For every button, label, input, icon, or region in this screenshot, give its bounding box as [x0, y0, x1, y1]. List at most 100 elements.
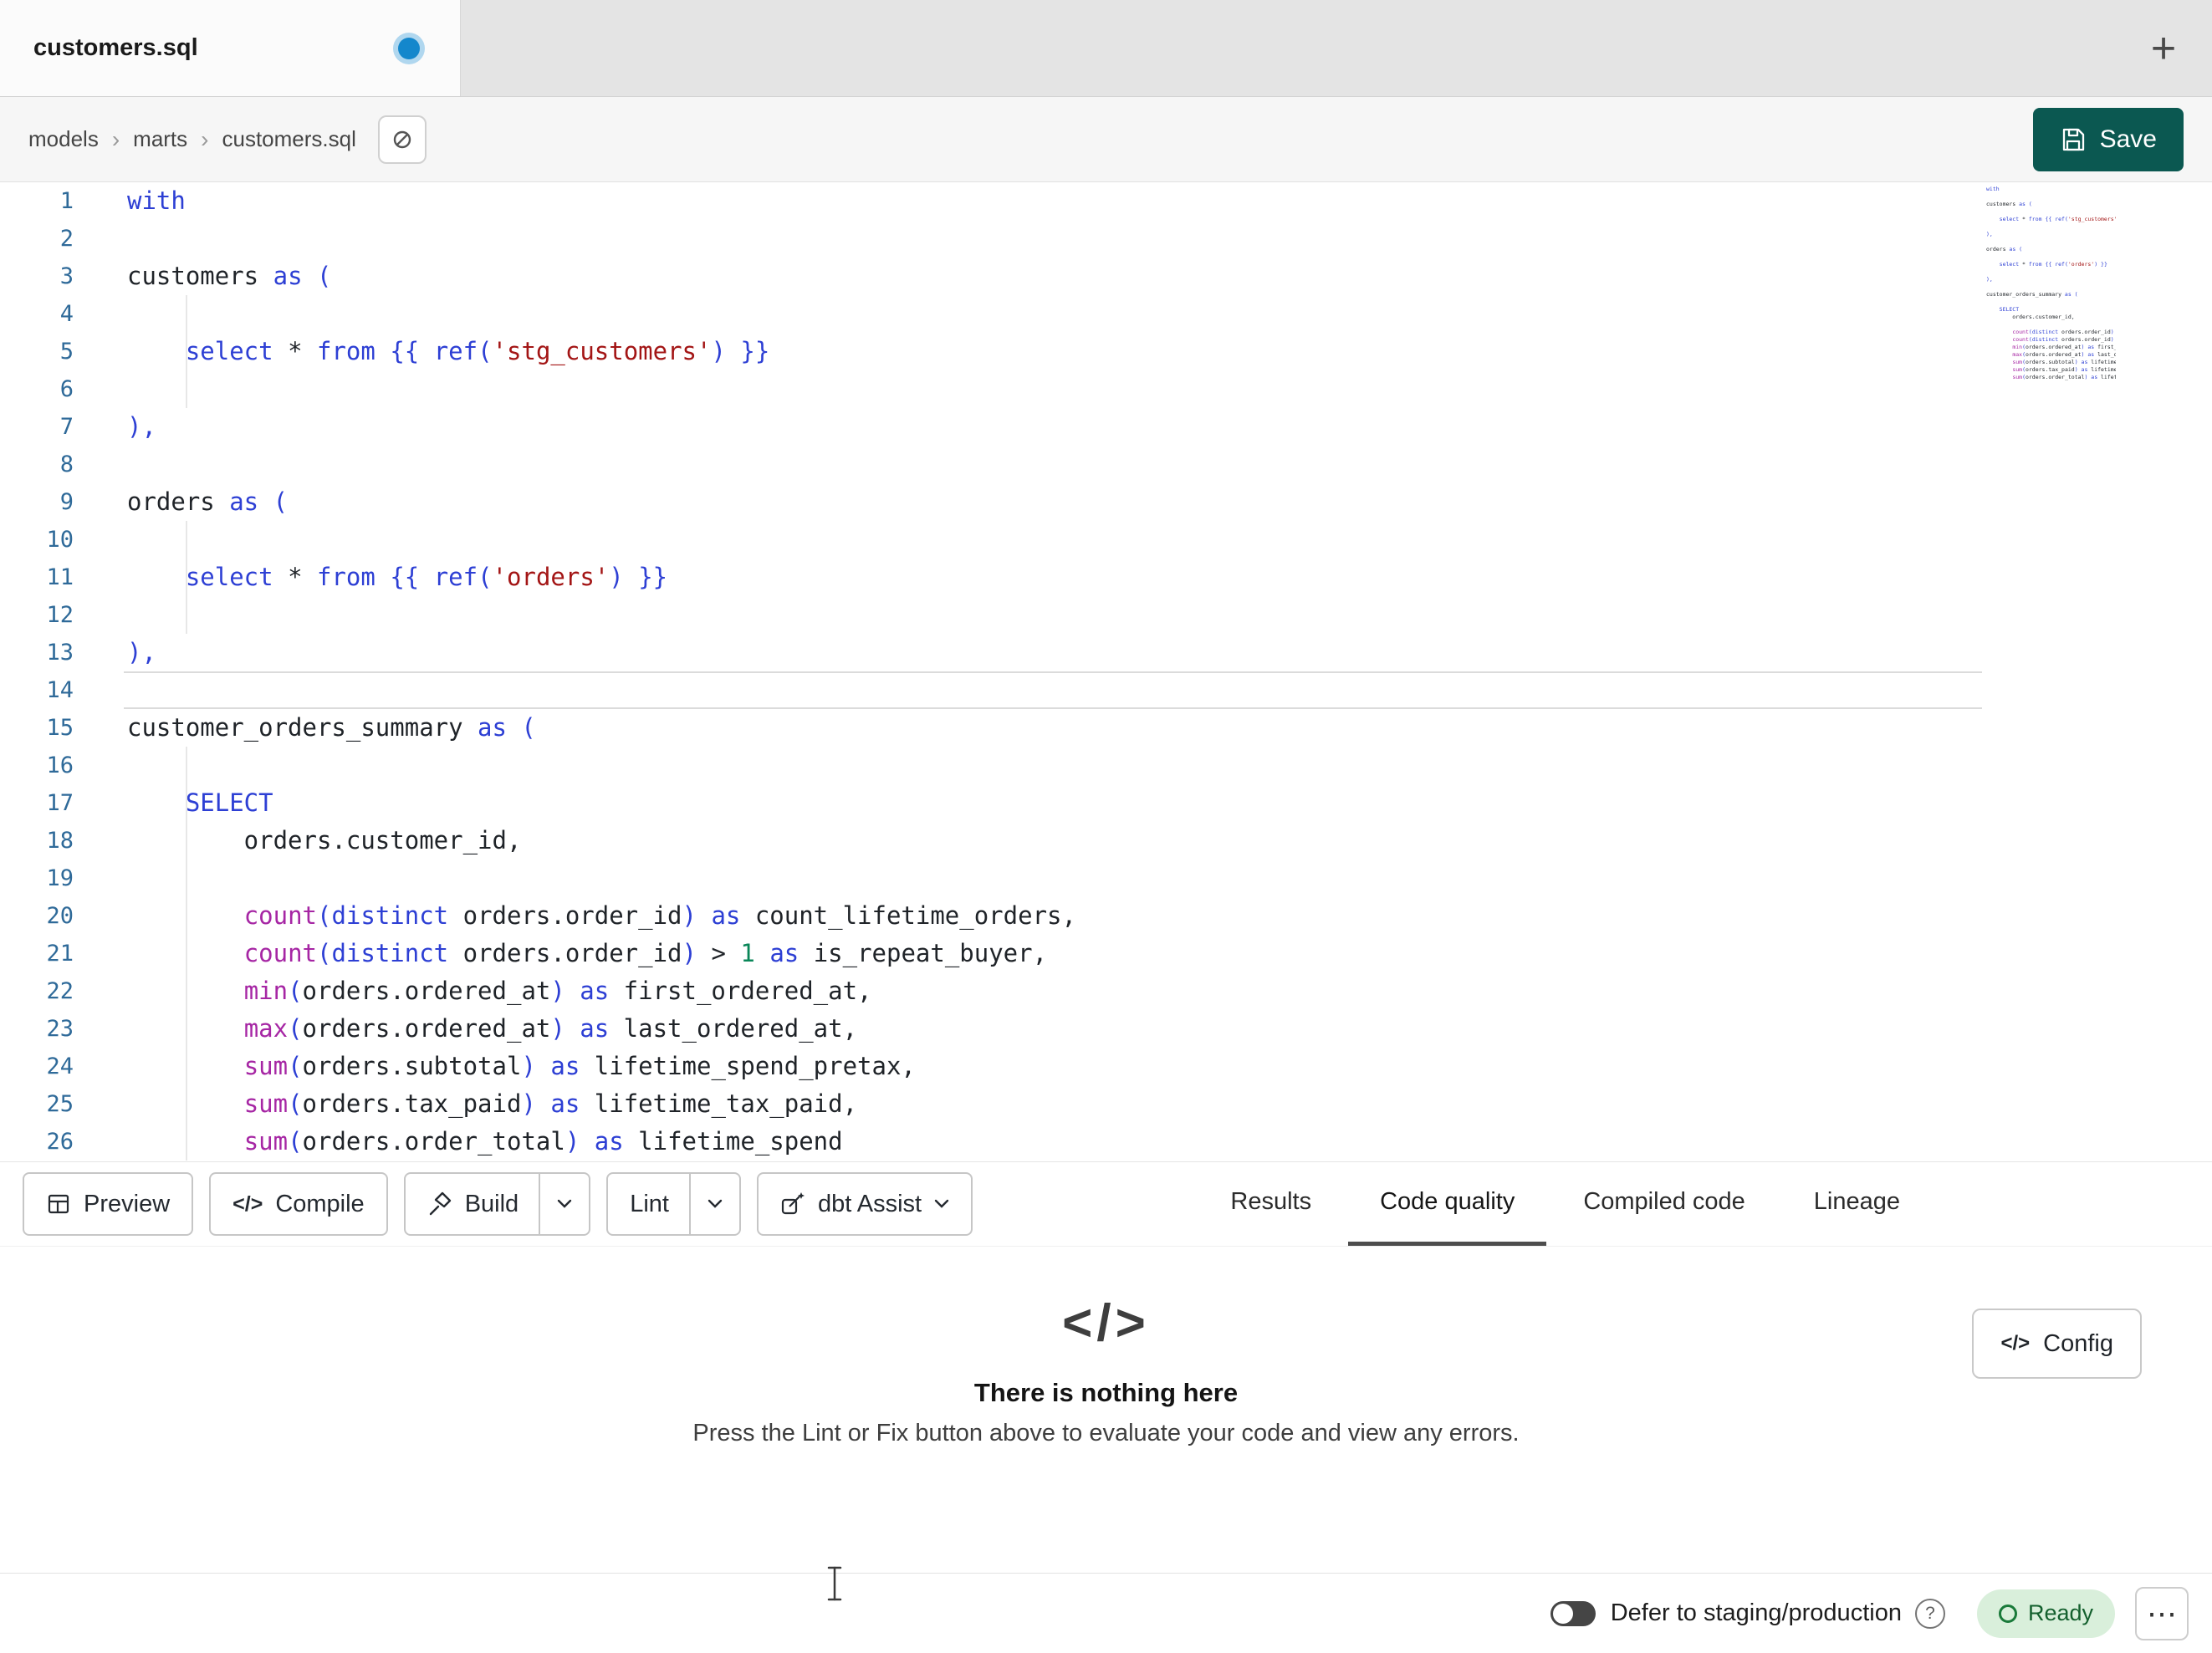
more-options-button[interactable]: ⋯ — [2135, 1586, 2189, 1640]
code-line[interactable]: 11 select * from {{ ref('orders') }} — [0, 559, 2212, 596]
tab-code-quality[interactable]: Code quality — [1348, 1162, 1547, 1246]
code-icon-large: </> — [1062, 1294, 1150, 1352]
editor-toolbar: Preview </> Compile Build Lint dbt Assis… — [0, 1161, 2212, 1247]
minimap-line — [1986, 193, 2116, 201]
compile-label: Compile — [275, 1190, 365, 1217]
line-number: 12 — [46, 602, 74, 628]
breadcrumb-item-marts[interactable]: marts — [133, 126, 187, 152]
dbt-assist-label: dbt Assist — [817, 1190, 922, 1217]
save-button[interactable]: Save — [2032, 107, 2184, 171]
minimap-line: count(distinct orders.order_id) as count… — [2012, 329, 2114, 335]
line-number: 14 — [46, 677, 74, 703]
minimap-line: select * from {{ ref('orders') }} — [1999, 261, 2107, 268]
code-line[interactable]: 5 select * from {{ ref('stg_customers') … — [0, 333, 2212, 370]
code-line[interactable]: 9 orders as ( — [0, 483, 2212, 521]
chevron-down-icon — [557, 1199, 572, 1209]
chevron-down-icon — [708, 1199, 723, 1209]
minimap-line: sum(orders.order_total) as lifetime_spen… — [2012, 374, 2116, 380]
minimap[interactable]: with customers as ( select * from {{ ref(… — [1986, 186, 2116, 386]
code-line[interactable]: 21 count(distinct orders.order_id) > 1 a… — [0, 935, 2212, 972]
ready-label: Ready — [2027, 1600, 2093, 1625]
lint-label: Lint — [630, 1190, 669, 1217]
defer-label: Defer to staging/production — [1610, 1599, 1902, 1626]
tab-compiled-code[interactable]: Compiled code — [1551, 1162, 1776, 1246]
preview-button[interactable]: Preview — [23, 1172, 194, 1236]
dbt-assist-button[interactable]: dbt Assist — [756, 1172, 973, 1236]
defer-toggle[interactable] — [1550, 1600, 1596, 1626]
minimap-line: orders as ( — [1986, 246, 2023, 253]
code-line[interactable]: 3 customers as ( — [0, 258, 2212, 295]
lint-button[interactable]: Lint — [608, 1174, 689, 1234]
line-number: 3 — [59, 263, 74, 289]
code-line[interactable]: 17 SELECT — [0, 784, 2212, 822]
dbt-assist-icon — [780, 1191, 805, 1217]
minimap-line — [1986, 253, 2116, 261]
minimap-line — [1986, 283, 2116, 291]
code-line[interactable]: 8 — [0, 446, 2212, 483]
code-line[interactable]: 15 customer_orders_summary as ( — [0, 709, 2212, 747]
line-number: 21 — [46, 941, 74, 967]
build-button[interactable]: Build — [406, 1174, 539, 1234]
lint-split-button: Lint — [606, 1172, 741, 1236]
save-label: Save — [2099, 125, 2157, 153]
minimap-line — [1986, 321, 2116, 329]
line-number: 25 — [46, 1091, 74, 1117]
code-line[interactable]: 24 sum(orders.subtotal) as lifetime_spen… — [0, 1048, 2212, 1085]
hammer-icon — [427, 1191, 452, 1217]
code-line[interactable]: 13), — [0, 634, 2212, 671]
breadcrumb-separator: › — [201, 125, 209, 152]
minimap-line: max(orders.ordered_at) as last_ordered_a… — [2012, 351, 2116, 358]
line-number: 4 — [59, 301, 74, 327]
code-line[interactable]: 7), — [0, 408, 2212, 446]
code-line[interactable]: 1 with — [0, 182, 2212, 220]
minimap-line: SELECT — [1999, 306, 2020, 313]
code-line[interactable]: 25 sum(orders.tax_paid) as lifetime_tax_… — [0, 1085, 2212, 1123]
empty-state-subtitle: Press the Lint or Fix button above to ev… — [692, 1420, 1520, 1446]
line-number: 22 — [46, 978, 74, 1004]
code-icon: </> — [232, 1191, 263, 1216]
sql-editor[interactable]: 1 with 2 3 customers as ( 4 5 select * from {{… — [0, 182, 2212, 1161]
minimap-line: min(orders.ordered_at) as first_ordered_… — [2012, 344, 2116, 350]
build-label: Build — [464, 1190, 519, 1217]
preview-label: Preview — [84, 1190, 171, 1217]
code-line[interactable]: 4 — [0, 295, 2212, 333]
code-line[interactable]: 19 — [0, 860, 2212, 897]
code-line[interactable]: 14 — [0, 671, 2212, 709]
tab-lineage[interactable]: Lineage — [1782, 1162, 1932, 1246]
status-badge[interactable]: Ready — [1976, 1589, 2115, 1638]
code-lines: 1 with 2 3 customers as ( 4 5 select * from {{… — [0, 182, 2212, 1161]
code-line[interactable]: 18 orders.customer_id, — [0, 822, 2212, 860]
new-tab-button[interactable]: + — [2115, 0, 2212, 96]
lint-dropdown-button[interactable] — [691, 1174, 739, 1234]
minimap-content: with customers as ( select * from {{ ref(… — [1986, 186, 2116, 381]
code-line[interactable]: 12 — [0, 596, 2212, 634]
breadcrumb-item-models[interactable]: models — [28, 126, 99, 152]
code-line[interactable]: 10 — [0, 521, 2212, 559]
code-line[interactable]: 16 — [0, 747, 2212, 784]
code-line[interactable]: 23 max(orders.ordered_at) as last_ordere… — [0, 1010, 2212, 1048]
minimap-line — [1986, 223, 2116, 231]
unsaved-indicator-dot — [398, 37, 420, 59]
tab-results[interactable]: Results — [1198, 1162, 1343, 1246]
help-icon[interactable]: ? — [1914, 1598, 1945, 1629]
line-number: 11 — [46, 564, 74, 590]
build-dropdown-button[interactable] — [540, 1174, 589, 1234]
tab-customers-sql[interactable]: customers.sql — [0, 0, 461, 96]
minimap-line: sum(orders.subtotal) as lifetime_spend_p… — [2012, 359, 2116, 365]
code-line[interactable]: 22 min(orders.ordered_at) as first_order… — [0, 972, 2212, 1010]
code-line[interactable]: 6 — [0, 370, 2212, 408]
empty-state-title: There is nothing here — [973, 1378, 1239, 1407]
toggle-knob — [1552, 1603, 1573, 1624]
line-number: 10 — [46, 527, 74, 553]
editor-tab-strip: customers.sql + — [0, 0, 2212, 97]
line-number: 15 — [46, 715, 74, 741]
code-line[interactable]: 2 — [0, 220, 2212, 258]
config-button[interactable]: </> Config — [1972, 1309, 2142, 1379]
line-number: 1 — [59, 188, 74, 214]
compile-button[interactable]: </> Compile — [209, 1172, 388, 1236]
editor-action-button[interactable] — [377, 115, 427, 164]
minimap-line — [1986, 208, 2116, 216]
code-line[interactable]: 20 count(distinct orders.order_id) as co… — [0, 897, 2212, 935]
code-line[interactable]: 26 sum(orders.order_total) as lifetime_s… — [0, 1123, 2212, 1161]
line-number: 24 — [46, 1054, 74, 1079]
